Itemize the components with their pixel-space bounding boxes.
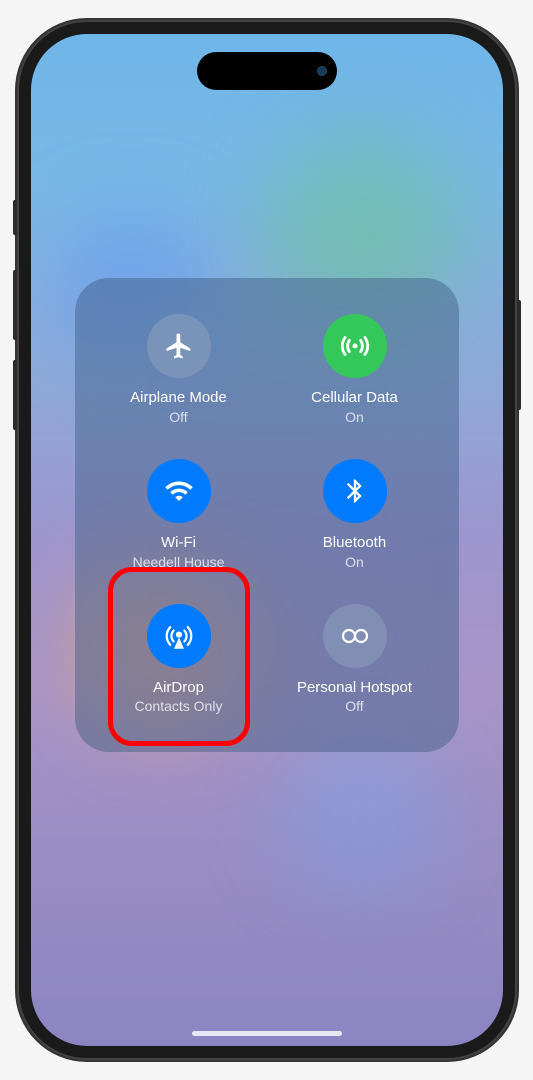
- hotspot-label: Personal Hotspot: [297, 678, 412, 698]
- hotspot-icon: [323, 604, 387, 668]
- airdrop-icon: [147, 604, 211, 668]
- connectivity-panel: Airplane Mode Off Cellular Data On: [75, 278, 459, 752]
- cellular-status: On: [345, 408, 364, 426]
- volume-down-button: [13, 360, 17, 430]
- hotspot-control[interactable]: Personal Hotspot Off: [267, 587, 443, 732]
- phone-frame: Airplane Mode Off Cellular Data On: [17, 20, 517, 1060]
- airdrop-label: AirDrop: [153, 678, 204, 698]
- wifi-icon: [147, 459, 211, 523]
- wifi-status: Needell House: [133, 553, 225, 571]
- wifi-control[interactable]: Wi-Fi Needell House: [91, 443, 267, 588]
- home-indicator[interactable]: [192, 1031, 342, 1036]
- cellular-icon: [323, 314, 387, 378]
- airdrop-status: Contacts Only: [135, 697, 223, 715]
- screen: Airplane Mode Off Cellular Data On: [31, 34, 503, 1046]
- camera-dot: [317, 66, 327, 76]
- dynamic-island: [197, 52, 337, 90]
- airplane-label: Airplane Mode: [130, 388, 227, 408]
- airdrop-control[interactable]: AirDrop Contacts Only: [91, 587, 267, 732]
- bluetooth-icon: [323, 459, 387, 523]
- mute-switch: [13, 200, 17, 235]
- cellular-data-control[interactable]: Cellular Data On: [267, 298, 443, 443]
- volume-up-button: [13, 270, 17, 340]
- bluetooth-label: Bluetooth: [323, 533, 386, 553]
- airplane-mode-control[interactable]: Airplane Mode Off: [91, 298, 267, 443]
- bluetooth-status: On: [345, 553, 364, 571]
- bluetooth-control[interactable]: Bluetooth On: [267, 443, 443, 588]
- wifi-label: Wi-Fi: [161, 533, 196, 553]
- airplane-status: Off: [169, 408, 187, 426]
- airplane-icon: [147, 314, 211, 378]
- cellular-label: Cellular Data: [311, 388, 398, 408]
- hotspot-status: Off: [345, 697, 363, 715]
- power-button: [517, 300, 521, 410]
